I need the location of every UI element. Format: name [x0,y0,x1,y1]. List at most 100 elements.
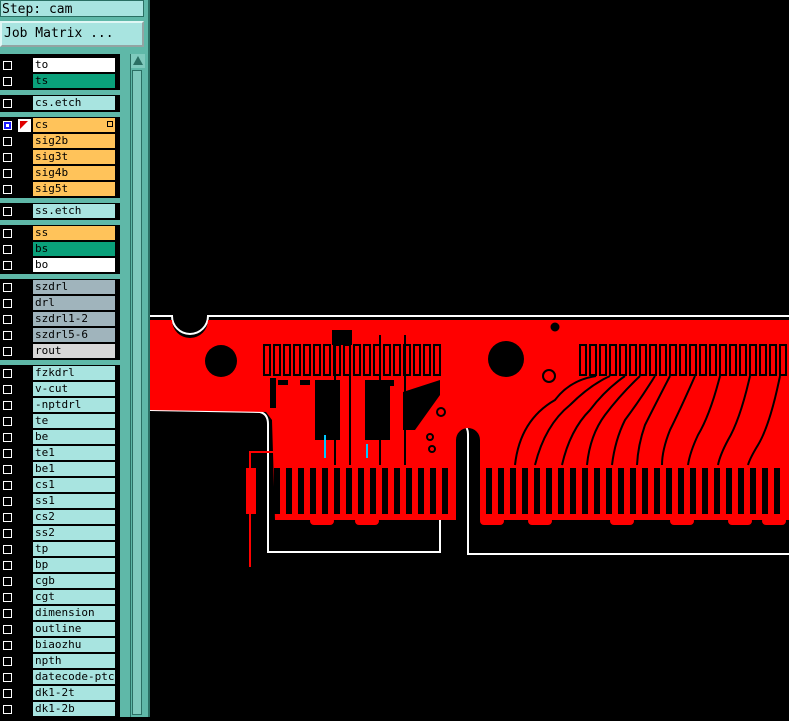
layer-checkbox[interactable] [3,169,12,178]
layer-row-drl[interactable]: drl [0,296,120,311]
layer-checkbox[interactable] [3,641,12,650]
layer-checkbox[interactable] [3,77,12,86]
layer-name[interactable]: bp [33,558,115,572]
layer-name[interactable]: biaozhu [33,638,115,652]
layer-row-cs.etch[interactable]: cs.etch [0,96,120,111]
layer-checkbox[interactable] [3,245,12,254]
layer-checkbox[interactable] [3,261,12,270]
layer-checkbox[interactable] [3,121,12,130]
layer-row-tp[interactable]: tp [0,542,120,557]
layer-row-ss2[interactable]: ss2 [0,526,120,541]
layer-name[interactable]: ss [33,226,115,240]
layer-row-be1[interactable]: be1 [0,462,120,477]
layer-name[interactable]: bs [33,242,115,256]
layer-row-sig2b[interactable]: sig2b [0,134,120,149]
layer-row-cs[interactable]: cs [0,118,120,133]
layer-checkbox[interactable] [3,283,12,292]
layer-row-te[interactable]: te [0,414,120,429]
layer-checkbox[interactable] [3,401,12,410]
layer-checkbox[interactable] [3,465,12,474]
layer-row-dk1-2t[interactable]: dk1-2t [0,686,120,701]
layer-checkbox[interactable] [3,417,12,426]
layer-checkbox[interactable] [3,593,12,602]
layer-row-rout[interactable]: rout [0,344,120,359]
graphics-canvas[interactable] [149,0,789,717]
layer-name[interactable]: dk1-2b [33,702,115,716]
layer-checkbox[interactable] [3,207,12,216]
layer-row-dimension[interactable]: dimension [0,606,120,621]
layer-checkbox[interactable] [3,481,12,490]
layer-checkbox[interactable] [3,385,12,394]
layer-checkbox[interactable] [3,315,12,324]
layer-row-cs1[interactable]: cs1 [0,478,120,493]
layer-row-sig3t[interactable]: sig3t [0,150,120,165]
layer-name[interactable]: be [33,430,115,444]
layer-name[interactable]: rout [33,344,115,358]
layer-name[interactable]: szdrl1-2 [33,312,115,326]
layer-row-dk1-2b[interactable]: dk1-2b [0,702,120,717]
layer-row-szdrl[interactable]: szdrl [0,280,120,295]
layer-row-ss1[interactable]: ss1 [0,494,120,509]
layer-name[interactable]: fzkdrl [33,366,115,380]
layer-checkbox[interactable] [3,369,12,378]
layer-row-ss.etch[interactable]: ss.etch [0,204,120,219]
layer-row-bs[interactable]: bs [0,242,120,257]
layer-name[interactable]: dk1-2t [33,686,115,700]
layer-name[interactable]: drl [33,296,115,310]
layer-checkbox[interactable] [3,673,12,682]
layer-checkbox[interactable] [3,545,12,554]
layer-checkbox[interactable] [3,497,12,506]
layer-name[interactable]: cs.etch [33,96,115,110]
layer-row-v-cut[interactable]: v-cut [0,382,120,397]
layer-name[interactable]: datecode-ptc [33,670,115,684]
layer-checkbox[interactable] [3,433,12,442]
layer-checkbox[interactable] [3,347,12,356]
layer-checkbox[interactable] [3,561,12,570]
layer-name[interactable]: tp [33,542,115,556]
layer-row-be[interactable]: be [0,430,120,445]
layer-name[interactable]: sig4b [33,166,115,180]
layer-checkbox[interactable] [3,61,12,70]
layer-checkbox[interactable] [3,153,12,162]
layer-list-scrollbar[interactable] [130,54,145,717]
layer-name[interactable]: -nptdrl [33,398,115,412]
layer-checkbox[interactable] [3,577,12,586]
layer-name[interactable]: dimension [33,606,115,620]
layer-checkbox[interactable] [3,529,12,538]
layer-name[interactable]: v-cut [33,382,115,396]
layer-row-te1[interactable]: te1 [0,446,120,461]
layer-row-szdrl5-6[interactable]: szdrl5-6 [0,328,120,343]
layer-name[interactable]: cs1 [33,478,115,492]
layer-name[interactable]: ss1 [33,494,115,508]
layer-row-szdrl1-2[interactable]: szdrl1-2 [0,312,120,327]
layer-row-sig4b[interactable]: sig4b [0,166,120,181]
layer-name[interactable]: cs2 [33,510,115,524]
layer-checkbox[interactable] [3,137,12,146]
layer-name[interactable]: szdrl [33,280,115,294]
layer-name[interactable]: te [33,414,115,428]
layer-checkbox[interactable] [3,299,12,308]
layer-checkbox[interactable] [3,99,12,108]
layer-name[interactable]: sig5t [33,182,115,196]
layer-name[interactable]: bo [33,258,115,272]
layer-row-fzkdrl[interactable]: fzkdrl [0,366,120,381]
layer-name[interactable]: ts [33,74,115,88]
layer-row-sig5t[interactable]: sig5t [0,182,120,197]
layer-name[interactable]: ss2 [33,526,115,540]
layer-name[interactable]: be1 [33,462,115,476]
layer-checkbox[interactable] [3,689,12,698]
scroll-track[interactable] [132,70,142,715]
layer-row-bo[interactable]: bo [0,258,120,273]
layer-row--nptdrl[interactable]: -nptdrl [0,398,120,413]
layer-name[interactable]: to [33,58,115,72]
layer-checkbox[interactable] [3,229,12,238]
layer-checkbox[interactable] [3,449,12,458]
scroll-up-arrow-icon[interactable] [131,54,145,68]
layer-row-biaozhu[interactable]: biaozhu [0,638,120,653]
layer-name[interactable]: te1 [33,446,115,460]
layer-checkbox[interactable] [3,609,12,618]
layer-name[interactable]: sig3t [33,150,115,164]
layer-checkbox[interactable] [3,705,12,714]
layer-row-npth[interactable]: npth [0,654,120,669]
layer-row-cgt[interactable]: cgt [0,590,120,605]
